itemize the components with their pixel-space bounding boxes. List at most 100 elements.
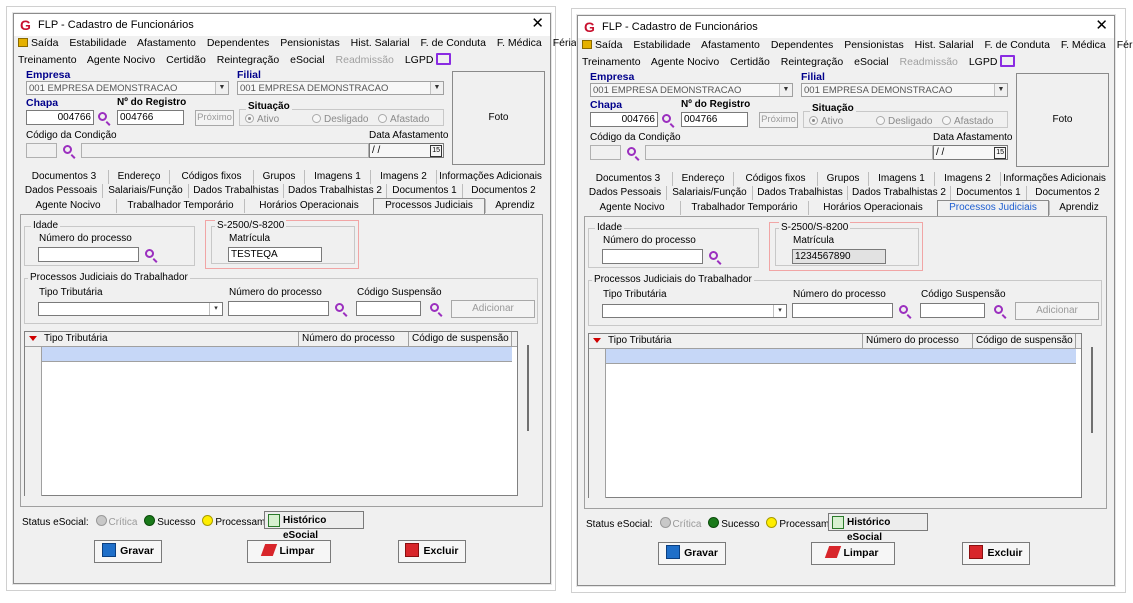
tab-trabalhador-temporario[interactable]: Trabalhador Temporário bbox=[680, 201, 808, 215]
tab-imagens-1[interactable]: Imagens 1 bbox=[868, 172, 934, 186]
tab-trabalhador-temporario[interactable]: Trabalhador Temporário bbox=[116, 199, 244, 213]
close-icon[interactable]: ✕ bbox=[531, 16, 544, 32]
filial-combo[interactable]: 001 EMPRESA DEMONSTRACAO ▼ bbox=[237, 81, 444, 95]
search-icon[interactable] bbox=[662, 114, 671, 123]
radio-ativo[interactable]: Ativo bbox=[245, 113, 279, 125]
menu-item-f-conduta[interactable]: F. de Conduta bbox=[421, 37, 486, 49]
search-icon[interactable] bbox=[335, 303, 344, 312]
menu-item-hist-salarial[interactable]: Hist. Salarial bbox=[351, 37, 410, 49]
gravar-button[interactable]: Gravar bbox=[658, 542, 726, 565]
tab-imagens-2[interactable]: Imagens 2 bbox=[934, 172, 1000, 186]
tipo-tributaria-combo[interactable]: ▾ bbox=[38, 302, 223, 316]
col-numero-processo[interactable]: Número do processo bbox=[299, 332, 409, 346]
table-row[interactable] bbox=[605, 349, 1076, 364]
tab-agente-nocivo[interactable]: Agente Nocivo bbox=[20, 199, 116, 213]
menu-item-saida[interactable]: Saída bbox=[18, 37, 58, 49]
grid-scrollbar[interactable] bbox=[1091, 347, 1093, 433]
radio-afastado[interactable]: Afastado bbox=[942, 115, 993, 127]
matricula-input[interactable]: TESTEQA bbox=[228, 247, 322, 262]
menu-item-certidao[interactable]: Certidão bbox=[166, 54, 206, 66]
tab-salariais-funcao[interactable]: Salariais/Função bbox=[102, 184, 188, 198]
menu-item-ferias[interactable]: Férias bbox=[1117, 39, 1133, 51]
tab-aprendiz[interactable]: Aprendiz bbox=[485, 199, 544, 213]
tab-informacoes-adicionais[interactable]: Informações Adicionais bbox=[436, 170, 544, 184]
tab-dados-trabalhistas-2[interactable]: Dados Trabalhistas 2 bbox=[283, 184, 386, 198]
search-icon[interactable] bbox=[145, 249, 154, 258]
calendar-icon[interactable]: 15 bbox=[430, 145, 442, 157]
excluir-button[interactable]: Excluir bbox=[962, 542, 1030, 565]
tab-endereco[interactable]: Endereço bbox=[108, 170, 169, 184]
grid-scrollbar[interactable] bbox=[527, 345, 529, 431]
historico-esocial-button[interactable]: Histórico eSocial bbox=[264, 511, 364, 541]
radio-desligado[interactable]: Desligado bbox=[312, 113, 368, 125]
menu-item-saida[interactable]: Saída bbox=[582, 39, 622, 51]
menu-item-afastamento[interactable]: Afastamento bbox=[701, 39, 760, 51]
numero-processo-input[interactable] bbox=[792, 303, 893, 318]
gravar-button[interactable]: Gravar bbox=[94, 540, 162, 563]
menu-item-f-conduta[interactable]: F. de Conduta bbox=[985, 39, 1050, 51]
numero-processo-input[interactable] bbox=[228, 301, 329, 316]
codigo-condicao-input[interactable] bbox=[26, 143, 57, 158]
menu-item-estabilidade[interactable]: Estabilidade bbox=[633, 39, 690, 51]
tab-agente-nocivo[interactable]: Agente Nocivo bbox=[584, 201, 680, 215]
data-afastamento-input[interactable]: / / 15 bbox=[933, 145, 1008, 160]
tab-horarios-operacionais[interactable]: Horários Operacionais bbox=[244, 199, 373, 213]
processos-grid[interactable]: Tipo Tributária Número do processo Códig… bbox=[588, 333, 1082, 498]
photo-box[interactable]: Foto bbox=[452, 71, 545, 165]
menu-item-afastamento[interactable]: Afastamento bbox=[137, 37, 196, 49]
codigo-suspensao-input[interactable] bbox=[920, 303, 985, 318]
proximo-button[interactable]: Próximo bbox=[195, 110, 234, 126]
tab-salariais-funcao[interactable]: Salariais/Função bbox=[666, 186, 752, 200]
chapa-input[interactable]: 004766 bbox=[590, 112, 658, 127]
tab-documentos-3[interactable]: Documentos 3 bbox=[584, 172, 672, 186]
close-icon[interactable]: ✕ bbox=[1095, 18, 1108, 34]
menu-item-esocial[interactable]: eSocial bbox=[290, 54, 324, 66]
registro-input[interactable]: 004766 bbox=[117, 110, 184, 125]
col-numero-processo[interactable]: Número do processo bbox=[863, 334, 973, 348]
tab-dados-trabalhistas[interactable]: Dados Trabalhistas bbox=[752, 186, 847, 200]
menu-item-certidao[interactable]: Certidão bbox=[730, 56, 770, 68]
tab-imagens-2[interactable]: Imagens 2 bbox=[370, 170, 436, 184]
tab-processos-judiciais[interactable]: Processos Judiciais bbox=[373, 198, 485, 214]
tab-documentos-1[interactable]: Documentos 1 bbox=[950, 186, 1026, 200]
proximo-button[interactable]: Próximo bbox=[759, 112, 798, 128]
menu-item-pensionistas[interactable]: Pensionistas bbox=[844, 39, 904, 51]
menu-item-f-medica[interactable]: F. Médica bbox=[497, 37, 542, 49]
tab-dados-trabalhistas-2[interactable]: Dados Trabalhistas 2 bbox=[847, 186, 950, 200]
tab-endereco[interactable]: Endereço bbox=[672, 172, 733, 186]
search-icon[interactable] bbox=[899, 305, 908, 314]
filial-combo[interactable]: 001 EMPRESA DEMONSTRACAO ▼ bbox=[801, 83, 1008, 97]
tab-documentos-1[interactable]: Documentos 1 bbox=[386, 184, 462, 198]
menu-item-agente-nocivo[interactable]: Agente Nocivo bbox=[651, 56, 719, 68]
menu-item-f-medica[interactable]: F. Médica bbox=[1061, 39, 1106, 51]
tab-codigos-fixos[interactable]: Códigos fixos bbox=[169, 170, 253, 184]
tab-grupos[interactable]: Grupos bbox=[817, 172, 868, 186]
tab-grupos[interactable]: Grupos bbox=[253, 170, 304, 184]
menu-item-reintegracao[interactable]: Reintegração bbox=[781, 56, 843, 68]
limpar-button[interactable]: Limpar bbox=[811, 542, 895, 565]
col-codigo-suspensao[interactable]: Código de suspensão bbox=[973, 334, 1076, 348]
radio-afastado[interactable]: Afastado bbox=[378, 113, 429, 125]
codigo-condicao-input[interactable] bbox=[590, 145, 621, 160]
empresa-combo[interactable]: 001 EMPRESA DEMONSTRACAO ▼ bbox=[26, 81, 229, 95]
col-tipo-tributaria[interactable]: Tipo Tributária bbox=[605, 334, 863, 348]
menu-item-lgpd[interactable]: LGPD bbox=[969, 55, 1016, 68]
menu-item-hist-salarial[interactable]: Hist. Salarial bbox=[915, 39, 974, 51]
table-row[interactable] bbox=[41, 347, 512, 362]
menu-item-treinamento[interactable]: Treinamento bbox=[18, 54, 77, 66]
radio-ativo[interactable]: Ativo bbox=[809, 115, 843, 127]
photo-box[interactable]: Foto bbox=[1016, 73, 1109, 167]
excluir-button[interactable]: Excluir bbox=[398, 540, 466, 563]
adicionar-button[interactable]: Adicionar bbox=[451, 300, 535, 318]
historico-esocial-button[interactable]: Histórico eSocial bbox=[828, 513, 928, 543]
tab-informacoes-adicionais[interactable]: Informações Adicionais bbox=[1000, 172, 1108, 186]
search-icon[interactable] bbox=[709, 251, 718, 260]
tab-dados-pessoais[interactable]: Dados Pessoais bbox=[20, 184, 102, 198]
codigo-suspensao-input[interactable] bbox=[356, 301, 421, 316]
data-afastamento-input[interactable]: / / 15 bbox=[369, 143, 444, 158]
menu-item-lgpd[interactable]: LGPD bbox=[405, 53, 452, 66]
search-icon[interactable] bbox=[627, 147, 636, 156]
menu-item-agente-nocivo[interactable]: Agente Nocivo bbox=[87, 54, 155, 66]
menu-item-dependentes[interactable]: Dependentes bbox=[207, 37, 269, 49]
matricula-input[interactable]: 1234567890 bbox=[792, 249, 886, 264]
